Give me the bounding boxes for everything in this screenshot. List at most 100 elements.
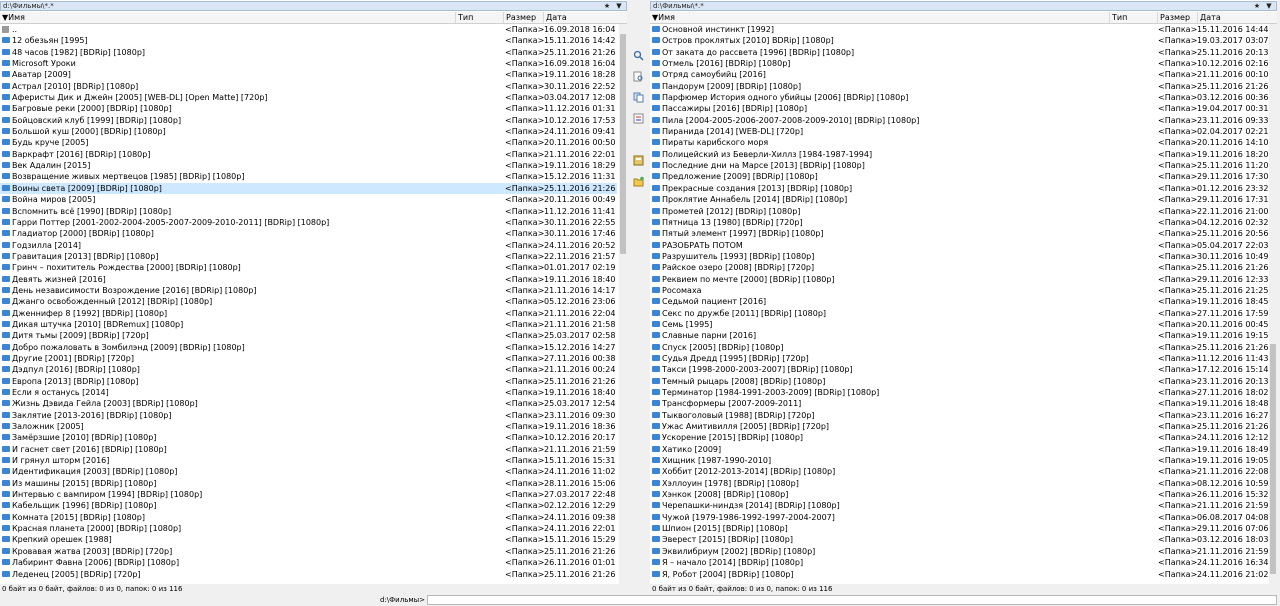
file-row[interactable]: Пятый элемент [1997] [BDRip] [1080p] <Пап…: [650, 228, 1268, 239]
file-row[interactable]: Вспомнить всё [1990] [BDRip] [1080p] <Пап…: [0, 206, 617, 217]
file-row[interactable]: Хоббит [2012-2013-2014] [BDRip] [1080p] <…: [650, 466, 1268, 477]
file-row[interactable]: Аватар [2009] <Папка> 19.11.2016 18:28: [0, 69, 617, 80]
file-row[interactable]: Гравитация [2013] [BDRip] [1080p] <Папка>…: [0, 251, 617, 262]
file-row[interactable]: Аферисты Дик и Джейн [2005] [WEB-DL] [Op…: [0, 92, 617, 103]
file-row[interactable]: Тыквоголовый [1988] [BDRip] [720p] <Папка…: [650, 410, 1268, 421]
file-row[interactable]: Темный рыцарь [2008] [BDRip] [1080p] <Пап…: [650, 376, 1268, 387]
file-row[interactable]: Другие [2001] [BDRip] [720p] <Папка> 27.11…: [0, 353, 617, 364]
file-row[interactable]: Пиранида [2014] [WEB-DL] [720p] <Папка> 02…: [650, 126, 1268, 137]
file-row[interactable]: Век Адалин [2015] <Папка> 19.11.2016 18:29: [0, 160, 617, 171]
file-row[interactable]: Реквием по мечте [2000] [BDRip] [1080p] <…: [650, 274, 1268, 285]
right-file-panel[interactable]: d:\Фильмы\*.* ★ ▼ ▼Имя Тип Размер Дата О…: [650, 0, 1277, 594]
file-row[interactable]: Терминатор [1984-1991-2003-2009] [BDRip]…: [650, 387, 1268, 398]
file-row[interactable]: Полицейский из Беверли-Хиллз [1984-1987-…: [650, 149, 1268, 160]
file-row[interactable]: День независимости Возрождение [2016] [B…: [0, 285, 617, 296]
file-row[interactable]: Хатико [2009] <Папка> 19.11.2016 18:49: [650, 444, 1268, 455]
file-row[interactable]: Эверест [2015] [BDRip] [1080p] <Папка> 03.…: [650, 534, 1268, 545]
file-row[interactable]: Ужас Амитивилля [2005] [BDRip] [720p] <Па…: [650, 421, 1268, 432]
file-row[interactable]: Идентификация [2003] [BDRip] [1080p] <Пап…: [0, 466, 617, 477]
file-row[interactable]: Microsoft Уроки <Папка> 16.09.2018 16:04: [0, 58, 617, 69]
file-row[interactable]: Воины света [2009] [BDRip] [1080p] <Папка…: [0, 182, 617, 195]
file-row[interactable]: Спуск [2005] [BDRip] [1080p] <Папка> 25.11…: [650, 342, 1268, 353]
file-row[interactable]: Райское озеро [2008] [BDRip] [720p] <Папк…: [650, 262, 1268, 273]
file-row[interactable]: Я – начало [2014] [BDRip] [1080p] <Папка>…: [650, 557, 1268, 568]
file-row[interactable]: Основной инстинкт [1992] <Папка> 15.11.201…: [650, 24, 1268, 35]
file-row[interactable]: РАЗОБРАТЬ ПОТОМ <Папка> 05.04.2017 22:03: [650, 240, 1268, 251]
new-folder-icon[interactable]: [633, 176, 644, 187]
file-row[interactable]: Остров проклятых [2010] BDRip] [1080p] <П…: [650, 35, 1268, 46]
file-row[interactable]: Пила [2004-2005-2006-2007-2008-2009-2010…: [650, 115, 1268, 126]
right-star-button[interactable]: ★: [1252, 2, 1262, 10]
left-scrollbar[interactable]: [619, 24, 627, 584]
left-file-panel[interactable]: d:\Фильмы\*.* ★ ▼ ▼Имя Тип Размер Дата .…: [0, 0, 627, 594]
file-row[interactable]: Прекрасные создания [2013] [BDRip] [1080…: [650, 183, 1268, 194]
file-row[interactable]: Отряд самоубийц [2016] <Папка> 21.11.2016 …: [650, 69, 1268, 80]
file-row[interactable]: Пассажиры [2016] [BDRip] [1080p] <Папка> 1…: [650, 103, 1268, 114]
file-row[interactable]: Кровавая жатва [2003] [BDRip] [720p] <Пап…: [0, 546, 617, 557]
file-row[interactable]: .. <Папка> 16.09.2018 16:04: [0, 24, 617, 35]
file-row[interactable]: Черепашки-ниндзя [2014] [BDRip] [1080p] <…: [650, 500, 1268, 511]
right-col-date[interactable]: Дата: [1197, 12, 1270, 23]
file-row[interactable]: Интервью с вампиром [1994] [BDRip] [1080…: [0, 489, 617, 500]
file-row[interactable]: Будь круче [2005] <Папка> 20.11.2016 00:50: [0, 137, 617, 148]
file-row[interactable]: Заклятие [2013-2016] [BDRip] [1080p] <Пап…: [0, 410, 617, 421]
file-row[interactable]: Леденец [2005] [BDRip] [720p] <Папка> 25.1…: [0, 569, 617, 580]
command-line-input[interactable]: [427, 595, 1277, 605]
file-row[interactable]: От заката до рассвета [1996] [BDRip] [10…: [650, 47, 1268, 58]
file-row[interactable]: Крепкий орешек [1988] <Папка> 15.11.2016 1…: [0, 534, 617, 545]
file-row[interactable]: 12 обезьян [1995] <Папка> 15.11.2016 14:42: [0, 35, 617, 46]
file-row[interactable]: Дитя тьмы [2009] [BDRip] [720p] <Папка> 25…: [0, 330, 617, 341]
right-scrollbar[interactable]: [1269, 24, 1277, 584]
file-row[interactable]: Проклятие Аннабель [2014] [BDRip] [1080p…: [650, 194, 1268, 205]
file-row[interactable]: Война миров [2005] <Папка> 20.11.2016 00:4…: [0, 194, 617, 205]
right-col-type[interactable]: Тип: [1109, 12, 1157, 23]
file-row[interactable]: Парфюмер История одного убийцы [2006] [B…: [650, 92, 1268, 103]
right-history-dropdown-icon[interactable]: ▼: [1264, 2, 1274, 10]
file-row[interactable]: Разрушитель [1993] [BDRip] [1080p] <Папка…: [650, 251, 1268, 262]
file-row[interactable]: Такси [1998-2000-2003-2007] [BDRip] [108…: [650, 364, 1268, 375]
file-row[interactable]: Европа [2013] [BDRip] [1080p] <Папка> 25.1…: [0, 376, 617, 387]
file-row[interactable]: Росомаха <Папка> 25.11.2016 21:25: [650, 285, 1268, 296]
file-row[interactable]: Гладиатор [2000] [BDRip] [1080p] <Папка> 3…: [0, 228, 617, 239]
file-row[interactable]: Славные парни [2016] <Папка> 19.11.2016 19…: [650, 330, 1268, 341]
left-history-dropdown-icon[interactable]: ▼: [614, 2, 624, 10]
right-col-size[interactable]: Размер: [1157, 12, 1197, 23]
file-row[interactable]: Пираты карибского моря <Папка> 20.11.2016 …: [650, 137, 1268, 148]
file-row[interactable]: Ускорение [2015] [BDRip] [1080p] <Папка> 2…: [650, 432, 1268, 443]
left-path-bar[interactable]: d:\Фильмы\*.* ★ ▼: [0, 1, 627, 11]
compare-icon[interactable]: [633, 113, 644, 124]
left-col-size[interactable]: Размер: [503, 12, 543, 23]
file-row[interactable]: Лабиринт Фавна [2006] [BDRip] [1080p] <Па…: [0, 557, 617, 568]
file-row[interactable]: Хэллоуин [1978] [BDRip] [1080p] <Папка> 08…: [650, 478, 1268, 489]
left-file-list[interactable]: .. <Папка> 16.09.2018 16:04 12 обезьян [199…: [0, 24, 617, 580]
file-row[interactable]: Астрал [2010] [BDRip] [1080p] <Папка> 30.1…: [0, 81, 617, 92]
file-row[interactable]: Седьмой пациент [2016] <Папка> 19.11.2016 …: [650, 296, 1268, 307]
file-row[interactable]: Девять жизней [2016] <Папка> 19.11.2016 18…: [0, 274, 617, 285]
file-row[interactable]: Секс по дружбе [2011] [BDRip] [1080p] <Па…: [650, 308, 1268, 319]
search-icon[interactable]: [633, 50, 644, 61]
file-row[interactable]: Красная планета [2000] [BDRip] [1080p] <П…: [0, 523, 617, 534]
file-row[interactable]: Годзилла [2014] <Папка> 24.11.2016 20:52: [0, 240, 617, 251]
file-row[interactable]: Гарри Поттер [2001-2002-2004-2005-2007-2…: [0, 217, 617, 228]
file-row[interactable]: Заложник [2005] <Папка> 19.11.2016 18:36: [0, 421, 617, 432]
file-row[interactable]: Прометей [2012] [BDRip] [1080p] <Папка> 22…: [650, 206, 1268, 217]
file-row[interactable]: Жизнь Дэвида Гейла [2003] [BDRip] [1080p…: [0, 398, 617, 409]
file-row[interactable]: И грянул шторм [2016] <Папка> 15.11.2016 1…: [0, 455, 617, 466]
file-row[interactable]: Эквилибриум [2002] [BDRip] [1080p] <Папка…: [650, 546, 1268, 557]
file-row[interactable]: Варкрафт [2016] [BDRip] [1080p] <Папка> 21…: [0, 149, 617, 160]
file-row[interactable]: Трансформеры [2007-2009-2011] <Папка> 19.1…: [650, 398, 1268, 409]
left-scroll-thumb[interactable]: [620, 34, 626, 254]
file-row[interactable]: Гринч – похититель Рождества [2000] [BDR…: [0, 262, 617, 273]
file-row[interactable]: Последние дни на Марсе [2013] [BDRip] [1…: [650, 160, 1268, 171]
file-row[interactable]: Возвращение живых мертвецов [1985] [BDRi…: [0, 171, 617, 182]
file-row[interactable]: Пандорум [2009] [BDRip] [1080p] <Папка> 25…: [650, 81, 1268, 92]
file-row[interactable]: Хищник [1987-1990-2010] <Папка> 19.11.2016…: [650, 455, 1268, 466]
left-col-type[interactable]: Тип: [455, 12, 503, 23]
right-scroll-thumb[interactable]: [1270, 344, 1276, 574]
file-row[interactable]: Замёрзшие [2010] [BDRip] [1080p] <Папка> 1…: [0, 432, 617, 443]
file-row[interactable]: Судья Дредд [1995] [BDRip] [720p] <Папка>…: [650, 353, 1268, 364]
file-row[interactable]: Джанго освобожденный [2012] [BDRip] [108…: [0, 296, 617, 307]
left-star-button[interactable]: ★: [602, 2, 612, 10]
file-row[interactable]: Пятница 13 [1980] [BDRip] [720p] <Папка> 0…: [650, 217, 1268, 228]
file-row[interactable]: И гаснет свет [2016] [BDRip] [1080p] <Пап…: [0, 444, 617, 455]
